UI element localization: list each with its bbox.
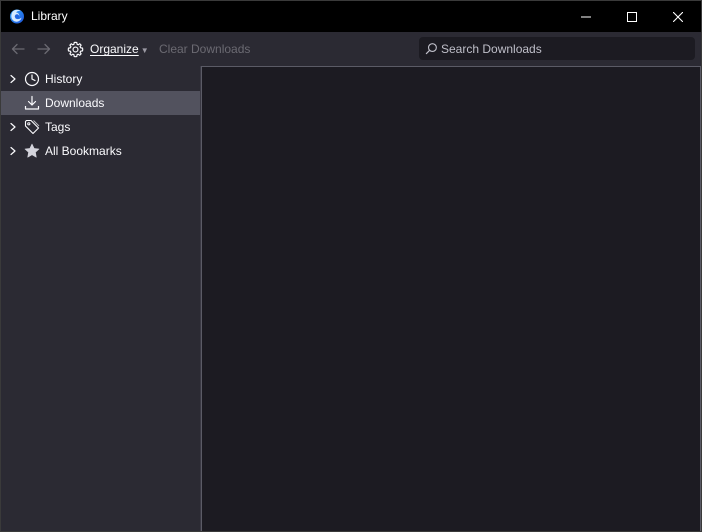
tag-icon <box>24 119 40 135</box>
arrow-left-icon <box>11 43 25 55</box>
chevron-right-icon[interactable] <box>8 74 18 84</box>
minimize-button[interactable] <box>563 1 609 32</box>
downloads-list[interactable] <box>201 66 701 531</box>
sidebar-item-label: Tags <box>45 120 71 134</box>
back-button[interactable] <box>9 40 27 58</box>
organize-button[interactable]: Organize ▼ <box>67 39 149 59</box>
chevron-right-icon[interactable] <box>8 122 18 132</box>
star-icon <box>24 143 40 158</box>
sidebar-item-history[interactable]: History <box>1 67 201 91</box>
maximize-button[interactable] <box>609 1 655 32</box>
minimize-icon <box>581 16 591 17</box>
maximize-icon <box>627 11 637 22</box>
gear-icon <box>67 41 84 57</box>
sidebar-item-label: All Bookmarks <box>45 144 122 158</box>
sidebar-item-all-bookmarks[interactable]: All Bookmarks <box>1 139 201 163</box>
title-bar[interactable]: Library <box>1 1 701 32</box>
sidebar-item-label: Downloads <box>45 96 105 110</box>
firefox-logo-icon <box>10 9 24 24</box>
close-icon <box>673 11 683 22</box>
search-icon <box>425 43 437 55</box>
sidebar: History Downloads Tags All Bookmarks <box>1 66 201 531</box>
library-window: Library Organize ▼ Clear Downloads Searc… <box>0 0 702 532</box>
sidebar-item-downloads[interactable]: Downloads <box>1 91 201 115</box>
search-input[interactable] <box>441 37 687 60</box>
close-button[interactable] <box>655 1 701 32</box>
search-box[interactable] <box>419 37 695 60</box>
sidebar-item-tags[interactable]: Tags <box>1 115 201 139</box>
chevron-down-icon: ▼ <box>140 45 149 55</box>
sidebar-item-label: History <box>45 72 83 86</box>
download-icon <box>24 95 40 110</box>
toolbar: Organize ▼ Clear Downloads <box>1 32 701 66</box>
organize-label: Organize <box>90 42 139 56</box>
clock-icon <box>24 71 40 87</box>
arrow-right-icon <box>37 43 51 55</box>
forward-button[interactable] <box>35 40 53 58</box>
window-title: Library <box>31 9 68 23</box>
clear-downloads-button[interactable]: Clear Downloads <box>159 42 250 56</box>
chevron-right-icon[interactable] <box>8 146 18 156</box>
